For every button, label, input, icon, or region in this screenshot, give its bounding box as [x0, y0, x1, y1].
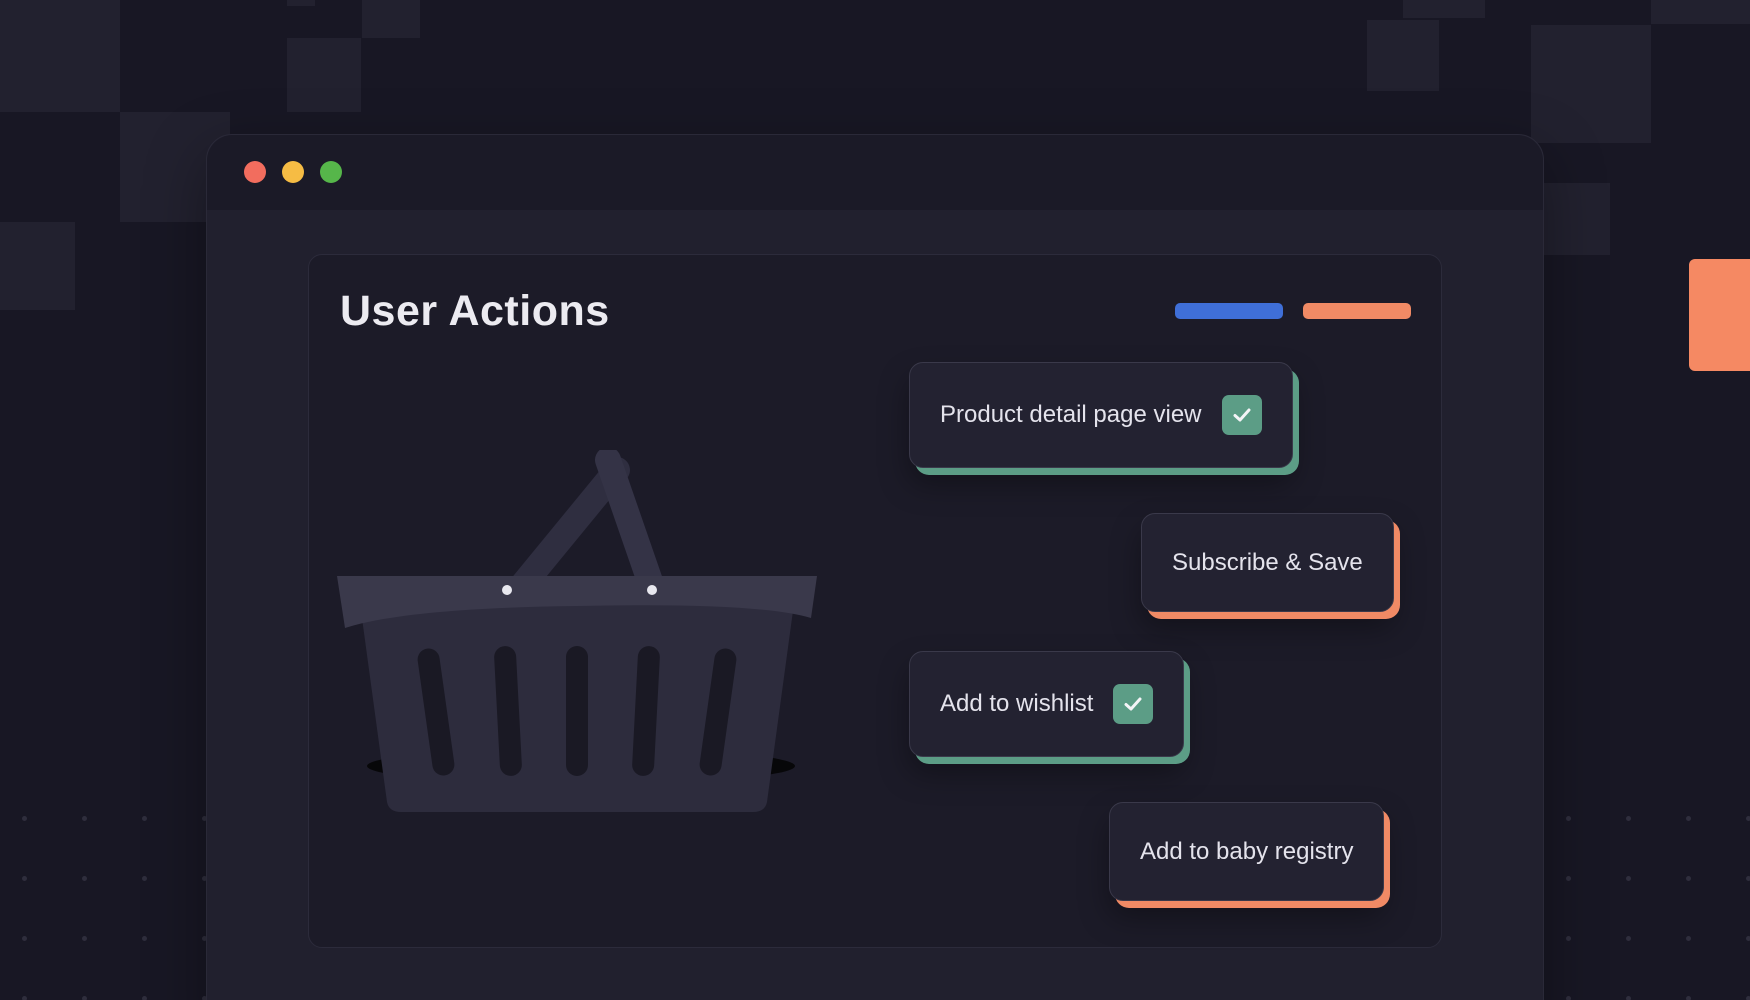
dot — [1746, 996, 1750, 1000]
dot — [1686, 936, 1691, 941]
dot — [1566, 876, 1571, 881]
legend-bar-orange — [1303, 303, 1411, 319]
checkmark-icon — [1221, 395, 1262, 435]
checkmark-icon — [1113, 684, 1154, 724]
page-title: User Actions — [340, 287, 610, 335]
action-label: Product detail page view — [940, 401, 1202, 428]
action-card-product-detail-page-view[interactable]: Product detail page view — [909, 362, 1293, 468]
dot — [1626, 876, 1631, 881]
dot — [22, 996, 27, 1000]
dot — [82, 996, 87, 1000]
action-card-add-to-wishlist[interactable]: Add to wishlist — [909, 651, 1185, 757]
dot — [82, 876, 87, 881]
dot — [1746, 936, 1750, 941]
dot — [1686, 876, 1691, 881]
action-card-add-to-baby-registry[interactable]: Add to baby registry — [1109, 802, 1385, 901]
bg-square — [0, 222, 75, 310]
action-card-subscribe-save[interactable]: Subscribe & Save — [1141, 513, 1394, 612]
dot — [82, 936, 87, 941]
bg-square — [1403, 0, 1485, 18]
dot — [1626, 936, 1631, 941]
dot — [142, 876, 147, 881]
accent-tab — [1689, 259, 1750, 371]
dot — [22, 816, 27, 821]
background: User Actions Product detail page view Su… — [0, 0, 1750, 1000]
dot — [22, 936, 27, 941]
action-label: Add to wishlist — [940, 690, 1094, 717]
bg-square — [1651, 0, 1750, 24]
dot — [1686, 816, 1691, 821]
dot — [1746, 816, 1750, 821]
dot — [1566, 936, 1571, 941]
dot — [1566, 816, 1571, 821]
dot — [1746, 876, 1750, 881]
bg-square — [1531, 25, 1651, 143]
bg-square — [362, 0, 420, 38]
legend-bar-blue — [1175, 303, 1283, 319]
bg-square — [287, 0, 315, 6]
dot — [82, 816, 87, 821]
bg-square — [0, 0, 120, 112]
user-actions-panel: User Actions Product detail page view Su… — [308, 254, 1442, 948]
close-dot[interactable] — [244, 161, 266, 183]
dot — [1626, 996, 1631, 1000]
dot — [142, 816, 147, 821]
maximize-dot[interactable] — [320, 161, 342, 183]
dot — [142, 936, 147, 941]
bg-square — [1367, 20, 1439, 91]
minimize-dot[interactable] — [282, 161, 304, 183]
bg-square — [1542, 183, 1610, 255]
dot — [22, 876, 27, 881]
app-window: User Actions Product detail page view Su… — [206, 134, 1544, 1000]
window-titlebar — [207, 135, 1543, 210]
dot — [1566, 996, 1571, 1000]
dot — [142, 996, 147, 1000]
bg-square — [287, 38, 361, 112]
dot — [1686, 996, 1691, 1000]
dot — [1626, 816, 1631, 821]
shopping-basket-icon — [337, 450, 817, 812]
action-label: Add to baby registry — [1140, 837, 1354, 865]
action-label: Subscribe & Save — [1172, 548, 1363, 576]
